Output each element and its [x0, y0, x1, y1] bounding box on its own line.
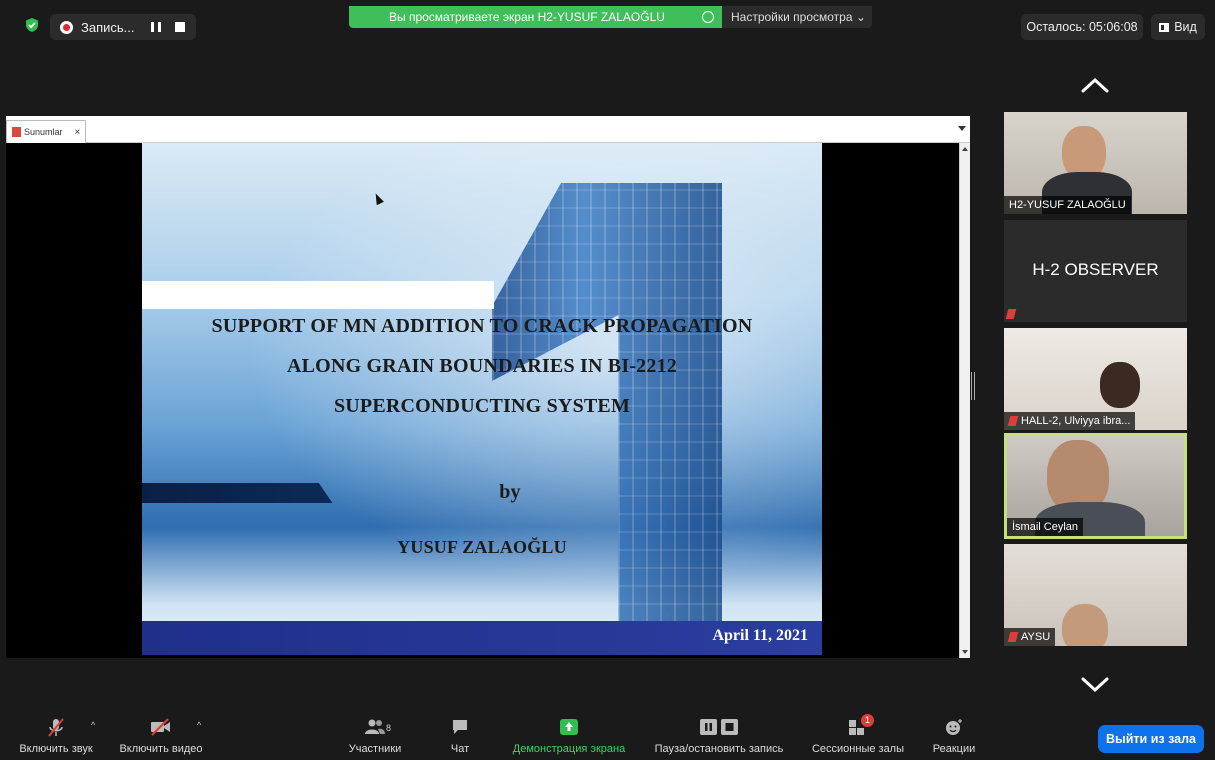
- recording-indicator[interactable]: Запись...: [50, 14, 196, 40]
- unmute-label: Включить звук: [19, 743, 93, 755]
- chat-bubble-icon: [453, 720, 467, 734]
- participant-mute-badge: [1004, 306, 1022, 322]
- video-off-icon: [151, 718, 170, 736]
- shared-screen: Sunumlar × SUPPORT OF MN ADDITION TO CRA…: [6, 116, 970, 658]
- slide-by: by: [499, 481, 521, 503]
- video-options-caret-icon[interactable]: ^: [197, 720, 201, 730]
- participant-tile[interactable]: AYSU: [1004, 544, 1187, 646]
- chevron-up-icon[interactable]: [1080, 76, 1110, 94]
- share-status-icon: [702, 11, 714, 23]
- time-remaining: Осталось: 05:06:08: [1021, 14, 1143, 40]
- participant-name: H-2 OBSERVER: [1032, 260, 1159, 279]
- unmute-button[interactable]: Включить звук: [8, 710, 104, 760]
- share-screen-icon: [560, 719, 578, 735]
- vertical-scrollbar[interactable]: [959, 143, 970, 658]
- recording-dot-icon: [60, 20, 73, 34]
- microphone-muted-icon: [48, 718, 64, 737]
- start-video-button[interactable]: Включить видео: [110, 710, 212, 760]
- view-button-label: Вид: [1174, 20, 1197, 34]
- chat-button[interactable]: Чат: [432, 710, 488, 760]
- microphone-muted-icon: [1007, 416, 1019, 427]
- breakout-notification-badge: 1: [861, 714, 874, 727]
- leave-meeting-button[interactable]: Выйти из зала: [1098, 725, 1204, 753]
- tab-list-dropdown-icon[interactable]: [958, 126, 966, 131]
- pause-stop-recording-button[interactable]: Пауза/остановить запись: [645, 710, 793, 760]
- viewer-tab-bar: Sunumlar ×: [6, 116, 970, 143]
- share-banner-text: Вы просматриваете экран H2-YUSUF ZALAOĞL…: [389, 10, 665, 24]
- view-settings-dropdown[interactable]: Настройки просмотра ⌄: [722, 6, 872, 28]
- recording-label: Запись...: [81, 19, 135, 35]
- participant-tile-active-speaker[interactable]: İsmail Ceylan: [1004, 433, 1187, 539]
- start-video-label: Включить видео: [119, 743, 203, 755]
- participants-label: Участники: [348, 743, 402, 755]
- screen-share-banner: Вы просматриваете экран H2-YUSUF ZALAOĞL…: [349, 6, 722, 28]
- pdf-file-icon: [12, 127, 21, 137]
- tab-close-icon[interactable]: ×: [75, 127, 81, 138]
- participant-name: İsmail Ceylan: [1007, 518, 1084, 536]
- security-shield-icon[interactable]: [24, 17, 40, 33]
- participants-count: 8: [386, 723, 392, 733]
- participant-tile[interactable]: H2-YUSUF ZALAOĞLU: [1004, 112, 1187, 214]
- presentation-slide: SUPPORT OF MN ADDITION TO CRACK PROPAGAT…: [142, 143, 822, 655]
- microphone-muted-icon: [1005, 309, 1017, 320]
- pause-stop-icon: [700, 719, 738, 735]
- scroll-up-icon[interactable]: [962, 147, 968, 151]
- tab-label: Sunumlar: [24, 127, 63, 137]
- pause-recording-icon[interactable]: [150, 22, 161, 32]
- participant-name: HALL-2, Ulviyya ibra...: [1021, 415, 1131, 427]
- grid-view-icon: [1159, 22, 1170, 32]
- participants-icon: [365, 719, 385, 734]
- tab-sunumlar[interactable]: Sunumlar ×: [6, 120, 86, 143]
- slide-title-line-2: ALONG GRAIN BOUNDARIES IN BI-2212: [287, 355, 677, 377]
- share-screen-label: Демонстрация экрана: [512, 743, 626, 755]
- slide-title-line-3: SUPERCONDUCTING SYSTEM: [333, 395, 631, 417]
- microphone-muted-icon: [1007, 632, 1019, 643]
- pause-stop-recording-label: Пауза/остановить запись: [654, 743, 784, 755]
- breakout-rooms-label: Сессионные залы: [811, 743, 905, 755]
- panel-resize-handle[interactable]: [971, 372, 975, 400]
- meeting-toolbar: Включить звук ^ Включить видео ^ 8 Участ…: [0, 710, 1215, 760]
- slide-title-line-1: SUPPORT OF MN ADDITION TO CRACK PROPAGAT…: [211, 315, 753, 337]
- participant-name-label: AYSU: [1004, 628, 1056, 646]
- breakout-rooms-button[interactable]: 1 Сессионные залы: [803, 710, 913, 760]
- scroll-down-icon[interactable]: [962, 650, 968, 654]
- view-button[interactable]: Вид: [1151, 14, 1205, 40]
- participant-tile[interactable]: HALL-2, Ulviyya ibra...: [1004, 328, 1187, 430]
- participant-name: AYSU: [1021, 631, 1051, 643]
- reactions-smiley-icon: [946, 719, 962, 735]
- audio-options-caret-icon[interactable]: ^: [91, 720, 95, 730]
- chevron-down-icon[interactable]: [1080, 676, 1110, 694]
- share-screen-button[interactable]: Демонстрация экрана: [505, 710, 633, 760]
- slide-white-bar: [142, 281, 494, 309]
- participant-name: H2-YUSUF ZALAOĞLU: [1004, 196, 1131, 214]
- participant-video: [1100, 362, 1140, 408]
- participant-name-label: HALL-2, Ulviyya ibra...: [1004, 412, 1136, 430]
- stop-recording-icon[interactable]: [174, 22, 185, 32]
- participant-tile[interactable]: H-2 OBSERVER: [1004, 220, 1187, 322]
- reactions-label: Реакции: [932, 743, 976, 755]
- slide-date: April 11, 2021: [712, 627, 808, 644]
- participant-video: [1062, 604, 1108, 646]
- meeting-top-bar: Запись... Вы просматриваете экран H2-YUS…: [0, 0, 1215, 100]
- chat-label: Чат: [450, 743, 470, 755]
- reactions-button[interactable]: Реакции: [922, 710, 986, 760]
- slide-author: YUSUF ZALAOĞLU: [397, 537, 567, 557]
- participants-button[interactable]: 8 Участники: [335, 710, 415, 760]
